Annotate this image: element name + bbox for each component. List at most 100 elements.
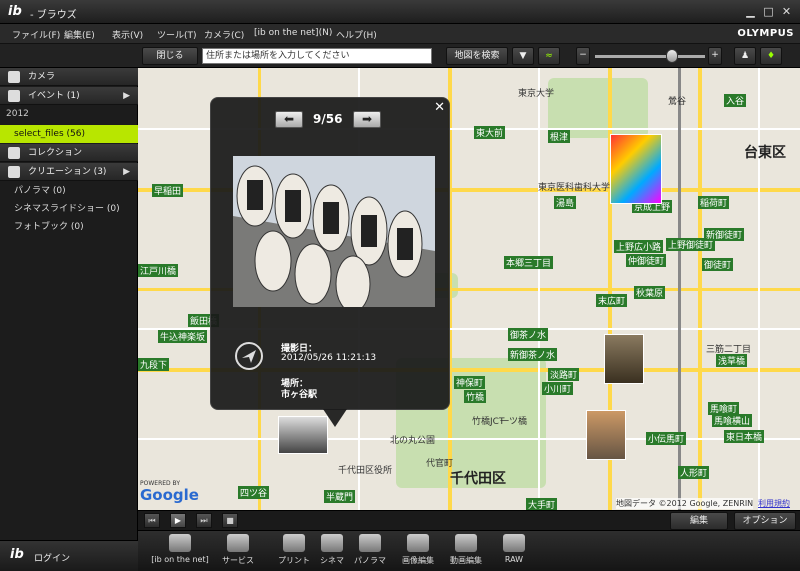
skip-back-icon[interactable]: ⏮ (144, 513, 160, 528)
map-label: 東京医科歯科大学 (538, 183, 611, 193)
chevron-right-icon: ▶ (123, 91, 130, 101)
menu-tools[interactable]: ツール(T) (157, 28, 197, 41)
zoom-slider[interactable] (595, 55, 705, 58)
zoom-slider-knob[interactable] (666, 49, 678, 63)
ib-net-label: [ib on the net] (151, 555, 209, 564)
station-label: 東大前 (474, 126, 506, 139)
route-icon[interactable]: ≈ (538, 47, 560, 65)
film-icon (321, 534, 343, 552)
menu-bar: ファイル(F) 編集(E) 表示(V) ツール(T) カメラ(C) [ib on… (0, 24, 800, 44)
map-label: 東京大学 (518, 89, 555, 99)
photo-thumbnail[interactable] (610, 134, 662, 204)
popup-pointer (323, 409, 347, 427)
map-label: 千代田区役所 (338, 466, 393, 476)
station-label: 早稲田 (152, 184, 184, 197)
station-label: 浅草橋 (716, 354, 748, 367)
location-icon[interactable]: ♦ (760, 47, 782, 65)
play-icon[interactable]: ▶ (170, 513, 186, 528)
window-title: - ブラウズ (30, 10, 77, 21)
menu-camera[interactable]: カメラ(C) (204, 28, 244, 41)
photo-counter: 9/56 (313, 112, 343, 126)
raw-button[interactable]: RAW (492, 534, 536, 570)
terms-link[interactable]: 利用規約 (758, 498, 790, 509)
sidebar-item-slideshow[interactable]: シネマスライドショー (0) (0, 200, 138, 218)
station-label: 新御茶ノ水 (508, 348, 558, 361)
edit-label: 編集 (689, 516, 708, 526)
collection-icon (8, 147, 20, 159)
station-label: 入谷 (724, 94, 747, 107)
map-search-button[interactable]: 地図を検索 (446, 47, 508, 65)
service-label: サービス (222, 556, 254, 565)
sidebar-camera-label: カメラ (28, 72, 56, 82)
sidebar-item-camera[interactable]: カメラ (0, 68, 138, 86)
menu-edit[interactable]: 編集(E) (64, 28, 95, 41)
skip-forward-icon[interactable]: ⏭ (196, 513, 212, 528)
station-label: 竹橋 (464, 390, 487, 403)
map-label: 竹橋JCT (472, 417, 505, 427)
station-label: 小伝馬町 (646, 432, 687, 445)
photo-thumbnail[interactable] (604, 334, 644, 384)
sidebar-item-collection[interactable]: コレクション (0, 144, 138, 162)
video-edit-button[interactable]: 動画編集 (444, 534, 488, 570)
station-label: 神保町 (454, 376, 486, 389)
sidebar-collection-label: コレクション (28, 148, 83, 158)
next-photo-button[interactable]: ➡ (353, 111, 381, 128)
login-button[interactable]: ib ログイン (0, 540, 138, 571)
close-popup-icon[interactable]: ✕ (434, 100, 445, 115)
panorama-button[interactable]: パノラマ (348, 534, 392, 570)
map-label: 北の丸公園 (390, 436, 436, 446)
sidebar-item-events[interactable]: イベント (1) ▶ (0, 87, 138, 105)
menu-file[interactable]: ファイル(F) (12, 28, 60, 41)
olympus-logo: OLYMPUS (737, 28, 794, 39)
sidebar-item-creation[interactable]: クリエーション (3) ▶ (0, 163, 138, 181)
option-label: オプション (742, 516, 788, 526)
station-label: 淡路町 (548, 368, 580, 381)
station-label: 仲御徒町 (626, 254, 667, 267)
user-icon[interactable]: ♟ (734, 47, 756, 65)
photo-preview[interactable] (233, 156, 435, 307)
photo-thumbnail[interactable] (586, 410, 626, 460)
ward-taito: 台東区 (744, 145, 786, 161)
edit-button[interactable]: 編集 (670, 512, 728, 530)
ib-net-button[interactable]: [ib on the net] (150, 534, 210, 570)
compass-icon[interactable] (235, 342, 263, 370)
prev-photo-button[interactable]: ⬅ (275, 111, 303, 128)
year-label: 2012 (6, 109, 29, 119)
service-icon (227, 534, 249, 552)
zoom-out-button[interactable]: − (576, 47, 590, 65)
menu-view[interactable]: 表示(V) (112, 28, 143, 41)
place-value: 市ヶ谷駅 (281, 390, 318, 400)
sidebar-item-photobook[interactable]: フォトブック (0) (0, 218, 138, 236)
close-icon[interactable]: ✕ (780, 5, 793, 18)
service-button[interactable]: サービス (216, 534, 260, 570)
map-label: 代官町 (426, 459, 454, 469)
minimize-icon[interactable]: ▁ (744, 5, 757, 18)
image-edit-label: 画像編集 (402, 556, 434, 565)
creation-icon (8, 166, 20, 178)
station-label: 本郷三丁目 (504, 256, 554, 269)
station-label: 新御徒町 (704, 228, 745, 241)
zoom-in-button[interactable]: + (708, 47, 722, 65)
station-label: 秋葉原 (634, 286, 666, 299)
close-map-button[interactable]: 閉じる (142, 47, 198, 65)
zoom-out-label: − (579, 50, 587, 60)
sidebar-events-label: イベント (1) (28, 91, 80, 101)
pin-icon[interactable]: ▼ (512, 47, 534, 65)
image-edit-button[interactable]: 画像編集 (396, 534, 440, 570)
globe-icon (169, 534, 191, 552)
raw-label: RAW (504, 555, 524, 564)
stop-icon[interactable]: ■ (222, 513, 238, 528)
address-search-input[interactable]: 住所または場所を入力してください (202, 48, 432, 64)
maximize-icon[interactable]: □ (762, 5, 775, 18)
option-button[interactable]: オプション (734, 512, 796, 530)
video-edit-label: 動画編集 (450, 556, 482, 565)
sidebar-item-panorama[interactable]: パノラマ (0) (0, 182, 138, 200)
zoom-in-label: + (711, 50, 719, 60)
raw-icon (503, 534, 525, 552)
menu-help[interactable]: ヘルプ(H) (336, 28, 377, 41)
panorama-icon (359, 534, 381, 552)
station-label: 牛込神楽坂 (158, 330, 208, 343)
photo-thumbnail[interactable] (278, 416, 328, 454)
menu-ib-net[interactable]: [ib on the net](N) (254, 28, 332, 38)
sidebar-item-select-files[interactable]: select_files (56) (0, 125, 138, 143)
